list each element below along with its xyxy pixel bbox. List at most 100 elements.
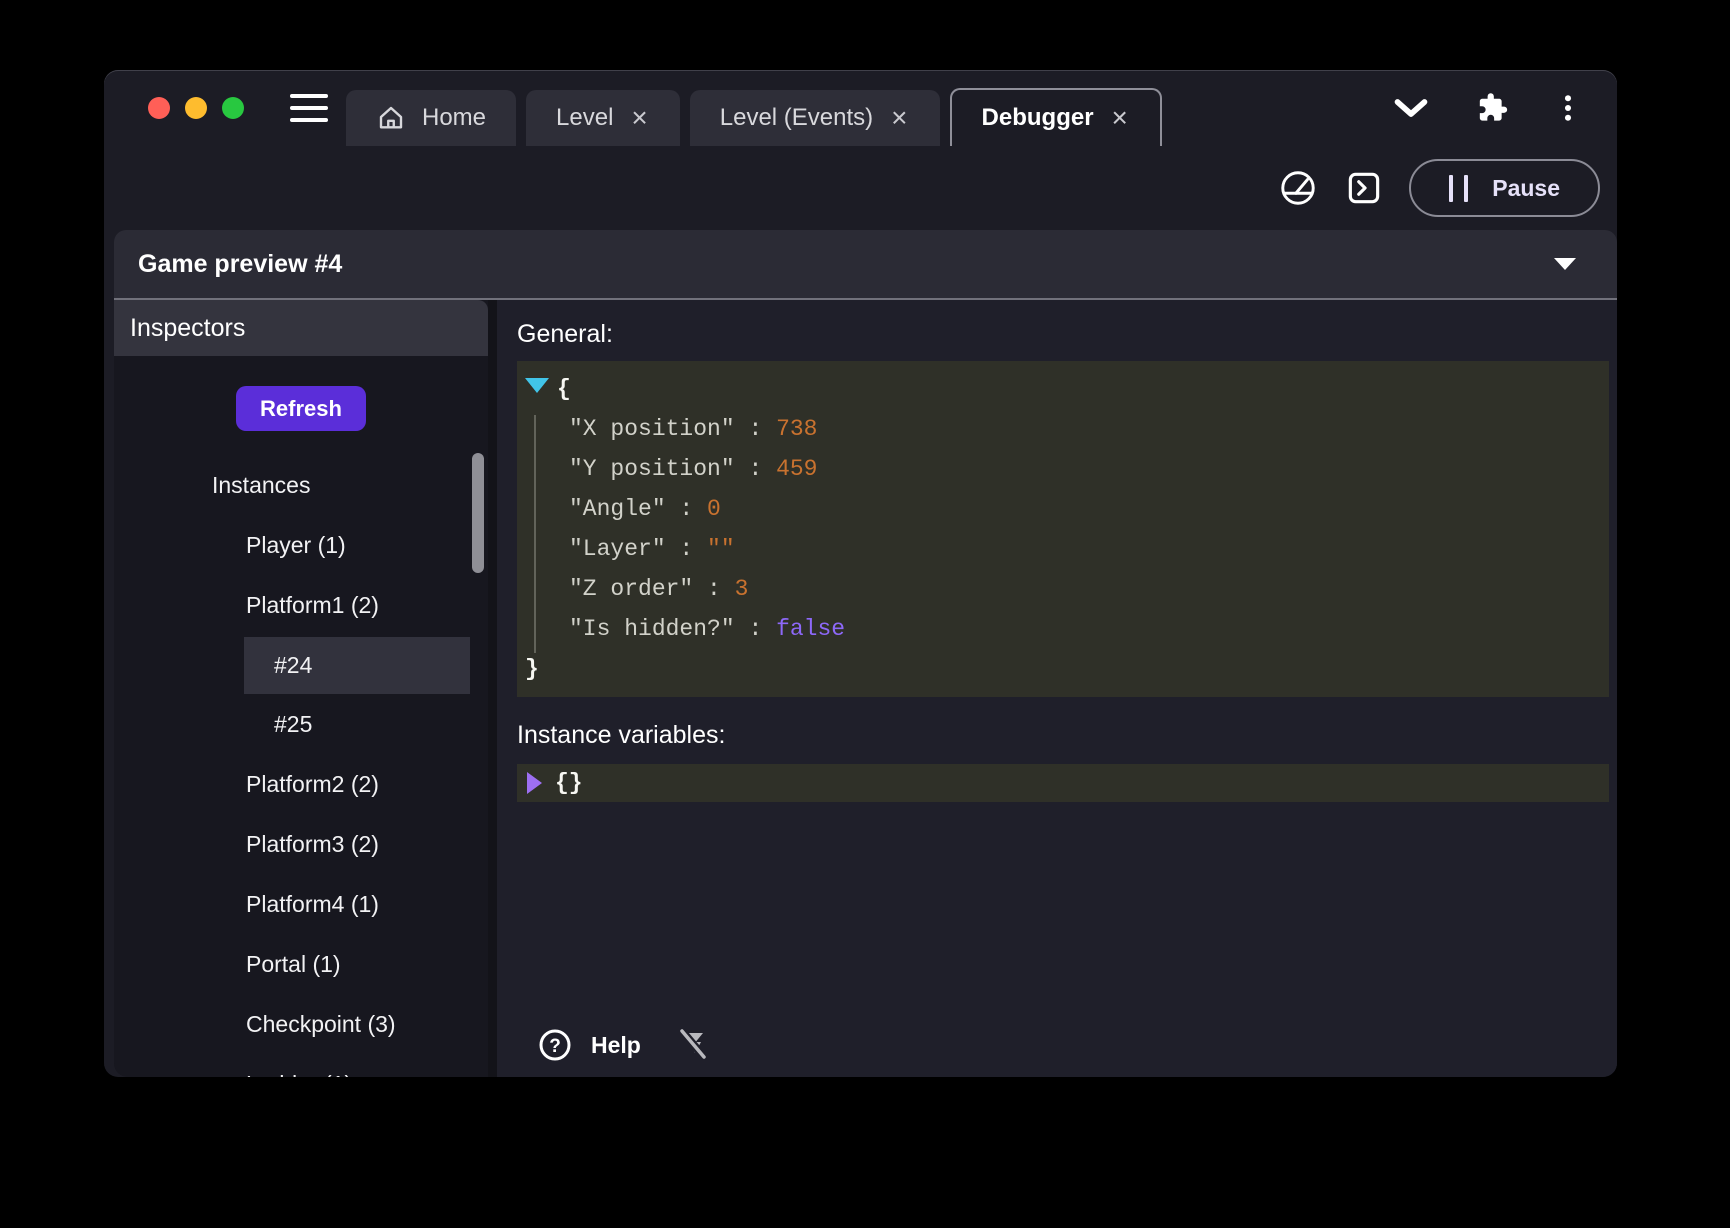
- json-key: "Layer": [569, 536, 666, 562]
- traffic-lights: [148, 97, 244, 119]
- desktop: { "theme": { "accent_purple": "#5b2ed9",…: [0, 0, 1730, 1228]
- json-value[interactable]: 738: [776, 416, 817, 442]
- tree-item-label: Ladder (1): [246, 1071, 352, 1078]
- content-body: Inspectors Refresh Instances Player (1) Pl…: [114, 300, 1617, 1077]
- console-icon[interactable]: [1343, 167, 1385, 209]
- tree-item-label: Platform4 (1): [246, 891, 379, 918]
- chevron-down-icon[interactable]: [1393, 97, 1429, 119]
- json-property-layer: "Layer" : "": [517, 529, 1609, 569]
- game-preview-title: Game preview #4: [138, 250, 342, 279]
- tab-level[interactable]: Level ×: [526, 90, 680, 146]
- json-key: "Angle": [569, 496, 666, 522]
- tree-item-25[interactable]: #25: [114, 694, 488, 754]
- json-key: "Y position": [569, 456, 735, 482]
- tree-item-platform3-2[interactable]: Platform3 (2): [114, 814, 488, 874]
- json-property-z-order: "Z order" : 3: [517, 569, 1609, 609]
- pause-button[interactable]: Pause: [1409, 159, 1600, 217]
- json-property-x-position: "X position" : 738: [517, 409, 1609, 449]
- json-value[interactable]: 3: [735, 576, 749, 602]
- tree-item-label: Player (1): [246, 532, 346, 559]
- tree-item-ladder-1[interactable]: Ladder (1): [114, 1054, 488, 1077]
- help-circle-icon[interactable]: ?: [537, 1027, 573, 1063]
- inspectors-body: Refresh Instances Player (1) Platform1 (2)…: [114, 356, 488, 1077]
- tree-item-label: Platform2 (2): [246, 771, 379, 798]
- instance-variables-json-view: {}: [517, 764, 1609, 802]
- profiler-gauge-icon[interactable]: [1277, 167, 1319, 209]
- tree-item-label: Checkpoint (3): [246, 1011, 396, 1038]
- json-separator: :: [666, 496, 707, 522]
- json-key: "X position": [569, 416, 735, 442]
- json-property-angle: "Angle" : 0: [517, 489, 1609, 529]
- json-key: "Is hidden?": [569, 616, 735, 642]
- dropdown-caret-icon[interactable]: [1553, 257, 1577, 271]
- pause-button-label: Pause: [1492, 175, 1560, 202]
- tab-debugger[interactable]: Debugger ×: [950, 88, 1162, 146]
- more-vertical-dots-icon[interactable]: [1555, 92, 1581, 124]
- tree-item-label: Platform3 (2): [246, 831, 379, 858]
- svg-text:?: ?: [549, 1036, 561, 1057]
- tab-level-events[interactable]: Level (Events) ×: [690, 90, 940, 146]
- close-window-button[interactable]: [148, 97, 170, 119]
- tree-item-platform2-2[interactable]: Platform2 (2): [114, 754, 488, 814]
- json-separator: :: [666, 536, 707, 562]
- json-open-brace: {: [517, 369, 1609, 409]
- json-key: "Z order": [569, 576, 693, 602]
- json-expanded-arrow-icon[interactable]: [525, 378, 549, 393]
- flag-off-icon[interactable]: [673, 1025, 713, 1065]
- general-json-view: {"X position" : 738"Y position" : 459"An…: [517, 361, 1609, 697]
- json-property-is-hidden: "Is hidden?" : false: [517, 609, 1609, 649]
- tab-home[interactable]: Home: [346, 90, 516, 146]
- inspectors-header-label: Inspectors: [130, 314, 245, 343]
- tree-item-portal-1[interactable]: Portal (1): [114, 934, 488, 994]
- sidebar-scrollbar-thumb[interactable]: [472, 453, 484, 573]
- json-separator: :: [693, 576, 734, 602]
- debugger-toolbar: Pause: [104, 146, 1617, 230]
- tab-close-icon[interactable]: ×: [629, 104, 649, 132]
- titlebar: Home Level × Level (Events) × Debugger ×: [104, 70, 1617, 146]
- tree-item-label: Portal (1): [246, 951, 341, 978]
- instance-variables-value[interactable]: {}: [555, 770, 583, 796]
- json-close-brace: }: [517, 649, 1609, 689]
- tree-item-platform4-1[interactable]: Platform4 (1): [114, 874, 488, 934]
- tab-label: Level: [556, 104, 613, 132]
- json-value[interactable]: 0: [707, 496, 721, 522]
- titlebar-actions: [1393, 91, 1617, 125]
- tree-item-label: Platform1 (2): [246, 592, 379, 619]
- tab-label: Level (Events): [720, 104, 873, 132]
- debugger-content: Game preview #4 Inspectors Refresh Insta…: [114, 230, 1617, 1077]
- tree-item-platform1-2[interactable]: Platform1 (2): [114, 575, 488, 635]
- tree-item-player-1[interactable]: Player (1): [114, 515, 488, 575]
- inspectors-header: Inspectors: [114, 300, 488, 356]
- json-property-y-position: "Y position" : 459: [517, 449, 1609, 489]
- extensions-puzzle-icon[interactable]: [1475, 91, 1509, 125]
- tree-item-label: #24: [274, 652, 312, 679]
- json-value[interactable]: "": [707, 536, 735, 562]
- json-collapsed-arrow-icon[interactable]: [527, 772, 542, 794]
- minimize-window-button[interactable]: [185, 97, 207, 119]
- json-value[interactable]: 459: [776, 456, 817, 482]
- general-section-label: General:: [517, 320, 1609, 349]
- refresh-button[interactable]: Refresh: [236, 386, 366, 431]
- inspector-detail-panel: General: {"X position" : 738"Y position"…: [497, 300, 1617, 1077]
- tab-label: Debugger: [982, 104, 1094, 132]
- tab-close-icon[interactable]: ×: [1110, 104, 1130, 132]
- pause-icon: [1449, 175, 1468, 202]
- tree-item-instances[interactable]: Instances: [114, 455, 488, 515]
- panel-divider: [488, 300, 497, 1077]
- tree-item-label: #25: [274, 711, 312, 738]
- json-separator: :: [735, 416, 776, 442]
- tab-close-icon[interactable]: ×: [889, 104, 909, 132]
- menu-icon[interactable]: [290, 94, 328, 122]
- game-preview-selector[interactable]: Game preview #4: [114, 230, 1617, 300]
- json-indent-guide: [534, 415, 536, 653]
- tab-label: Home: [422, 104, 486, 132]
- json-separator: :: [735, 456, 776, 482]
- tree-item-24[interactable]: #24: [244, 637, 470, 694]
- zoom-window-button[interactable]: [222, 97, 244, 119]
- instance-variables-label: Instance variables:: [517, 721, 1609, 750]
- help-label[interactable]: Help: [591, 1032, 641, 1059]
- json-value[interactable]: false: [776, 616, 845, 642]
- home-icon: [376, 103, 406, 133]
- inspectors-sidebar: Inspectors Refresh Instances Player (1) Pl…: [114, 300, 488, 1077]
- tree-item-checkpoint-3[interactable]: Checkpoint (3): [114, 994, 488, 1054]
